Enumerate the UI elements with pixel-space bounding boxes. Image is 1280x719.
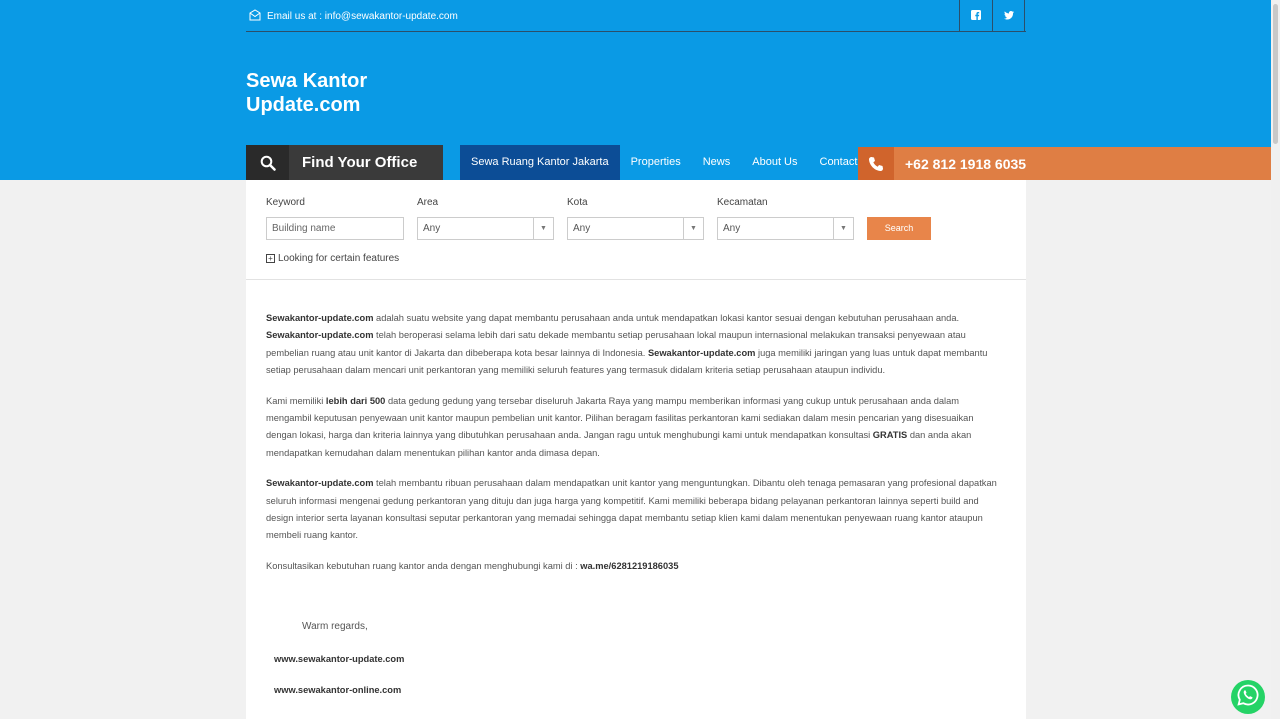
bold-text: Sewakantor-update.com [266, 313, 374, 323]
top-bar: Email us at : info@sewakantor-update.com [246, 0, 1026, 32]
find-office-label: Find Your Office [302, 154, 418, 171]
phone-bar[interactable]: +62 812 1918 6035 [858, 147, 1280, 180]
facebook-link[interactable] [959, 0, 992, 31]
keyword-input[interactable] [266, 217, 404, 240]
main-panel: Keyword Area Any ▼ Kota Any ▼ Kecamatan … [246, 180, 1026, 719]
features-toggle-label: Looking for certain features [278, 253, 400, 264]
nav-item-sewa-ruang-kantor-jakarta[interactable]: Sewa Ruang Kantor Jakarta [460, 145, 620, 180]
features-toggle[interactable]: + Looking for certain features [266, 253, 399, 264]
bold-text: Sewakantor-update.com [647, 347, 756, 358]
kota-label: Kota [567, 197, 588, 208]
site-title-line1: Sewa Kantor [246, 70, 368, 92]
kecamatan-label: Kecamatan [717, 197, 768, 208]
chevron-down-icon: ▼ [533, 218, 553, 239]
area-select[interactable]: Any ▼ [417, 217, 554, 240]
paragraph-1: Sewakantor-update.com adalah suatu websi… [266, 313, 988, 376]
site-title-line2: Update.com [246, 94, 361, 116]
bold-text: Sewakantor-update.com [266, 478, 374, 489]
kecamatan-select-value: Any [723, 223, 741, 234]
website-link-update[interactable]: www.sewakantor-update.com [274, 654, 404, 664]
keyword-label: Keyword [266, 197, 305, 208]
phone-number: +62 812 1918 6035 [905, 155, 1027, 172]
kota-select-value: Any [573, 223, 591, 234]
area-label: Area [417, 197, 439, 208]
search-icon [246, 145, 289, 180]
search-form: Keyword Area Any ▼ Kota Any ▼ Kecamatan … [246, 180, 1026, 280]
bold-text: Sewakantor-update.com [266, 330, 374, 341]
website-link-online[interactable]: www.sewakantor-online.com [274, 685, 401, 695]
area-select-value: Any [423, 223, 441, 234]
twitter-icon [1003, 7, 1014, 25]
site-logo-title[interactable]: Sewa Kantor Update.com [246, 69, 367, 117]
twitter-link[interactable] [992, 0, 1025, 31]
whatsapp-icon [1236, 683, 1260, 712]
bold-text: GRATIS [872, 430, 908, 441]
paragraph-2: Kami memiliki lebih dari 500 data gedung… [266, 395, 974, 458]
chevron-down-icon: ▼ [833, 218, 853, 239]
regards-text: Warm regards, [302, 621, 368, 632]
email-contact[interactable]: Email us at : info@sewakantor-update.com [249, 9, 458, 24]
envelope-icon [249, 9, 261, 24]
plus-square-icon: + [266, 254, 275, 263]
paragraph-4: Konsultasikan kebutuhan ruang kantor and… [266, 560, 679, 571]
kota-select[interactable]: Any ▼ [567, 217, 704, 240]
main-nav: Sewa Ruang Kantor Jakarta Properties New… [460, 145, 883, 180]
scrollbar-thumb[interactable] [1273, 4, 1278, 144]
find-office-button[interactable]: Find Your Office [246, 145, 443, 180]
search-button[interactable]: Search [867, 217, 931, 240]
intro-content: Sewakantor-update.com adalah suatu websi… [266, 310, 1006, 588]
page-scrollbar[interactable] [1271, 0, 1280, 719]
nav-item-news[interactable]: News [692, 145, 742, 180]
bold-text: wa.me/6281219186035 [580, 560, 679, 571]
email-text: Email us at : info@sewakantor-update.com [267, 11, 458, 22]
facebook-icon [971, 7, 981, 25]
nav-item-about-us[interactable]: About Us [741, 145, 808, 180]
kecamatan-select[interactable]: Any ▼ [717, 217, 854, 240]
bold-text: lebih dari 500 [325, 395, 386, 406]
phone-icon [858, 147, 894, 180]
whatsapp-button[interactable] [1231, 680, 1265, 714]
paragraph-3: Sewakantor-update.com telah membantu rib… [266, 478, 997, 541]
chevron-down-icon: ▼ [683, 218, 703, 239]
nav-item-properties[interactable]: Properties [620, 145, 692, 180]
